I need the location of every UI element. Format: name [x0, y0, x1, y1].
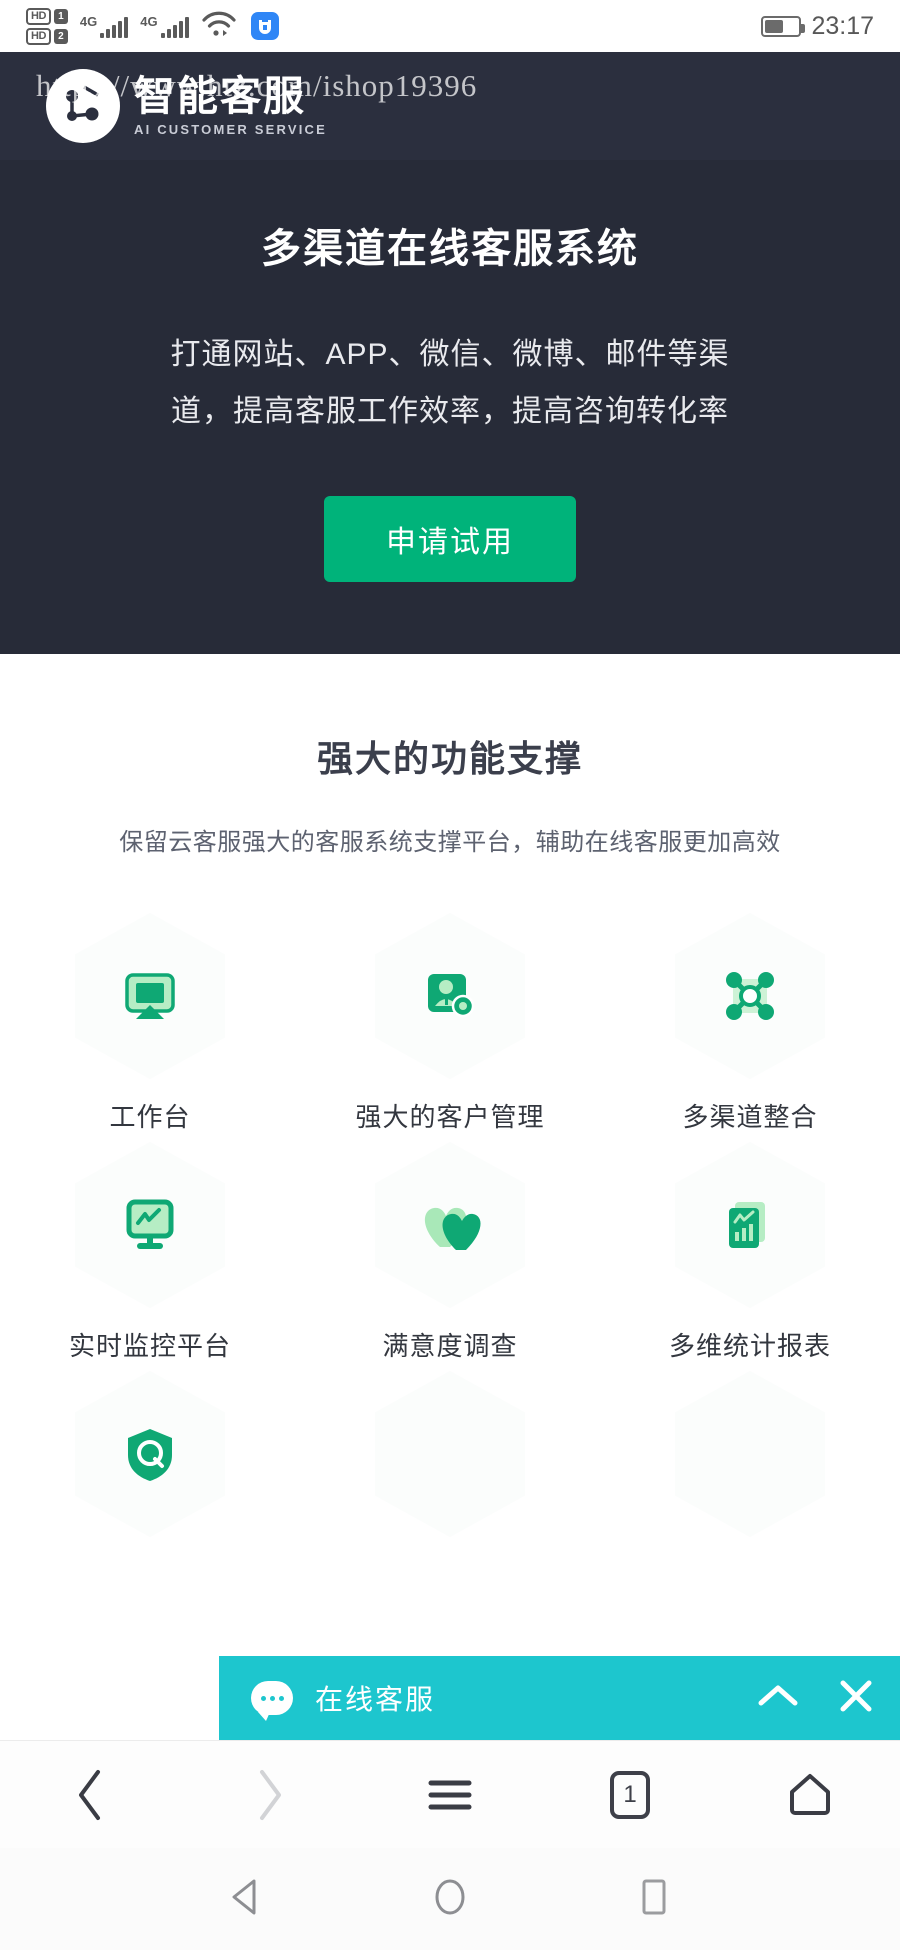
- feature-icon-hex: [375, 913, 525, 1079]
- feature-icon-hex: [75, 1142, 225, 1308]
- feature-item[interactable]: 实时监控平台: [0, 1142, 300, 1363]
- shield-q-icon: [128, 1429, 172, 1481]
- chevron-up-icon[interactable]: [756, 1681, 800, 1716]
- android-navigation-bar: [0, 1848, 900, 1950]
- hd-badge: HD: [26, 27, 51, 45]
- feature-icon-hex: [375, 1142, 525, 1308]
- double-heart-icon: [424, 1207, 481, 1250]
- features-grid: 工作台 强大的客户管理 多渠道整合 实时监控平台 满意度调查 多维统计报表: [0, 913, 900, 1555]
- hero-title: 多渠道在线客服系统: [261, 227, 639, 271]
- features-section: 强大的功能支撑 保留云客服强大的客服系统支撑平台，辅助在线客服更加高效 工作台: [0, 654, 900, 1555]
- apply-trial-button[interactable]: 申请试用: [324, 496, 576, 582]
- wifi-icon: [201, 11, 236, 42]
- dual-sim-indicators: HD 1 HD 2: [26, 7, 68, 45]
- circle-home-icon[interactable]: [428, 1875, 472, 1924]
- status-bar: HD 1 HD 2 4G 4G 23:17: [0, 0, 900, 52]
- home-icon[interactable]: [755, 1755, 865, 1835]
- signal-bars-icon: [160, 16, 189, 38]
- sim1-indicator: HD 1: [26, 7, 68, 25]
- monitor-chart-icon: [126, 1199, 174, 1249]
- feature-label: 工作台: [109, 1102, 191, 1132]
- features-subheading: 保留云客服强大的客服系统支撑平台，辅助在线客服更加高效: [119, 829, 781, 856]
- user-settings-icon: [428, 974, 475, 1018]
- feature-item[interactable]: [300, 1371, 600, 1555]
- feature-item[interactable]: 多渠道整合: [600, 913, 900, 1134]
- signal-strength-sim2: 4G: [140, 14, 189, 38]
- forward-chevron-icon[interactable]: [215, 1755, 325, 1835]
- feature-icon-hex: [75, 913, 225, 1079]
- clock-label: 23:17: [811, 11, 874, 40]
- hero-subtitle-line2: 道，提高客服工作效率，提高咨询转化率: [171, 395, 729, 428]
- brand-logo[interactable]: 智能客服 AI CUSTOMER SERVICE: [46, 69, 327, 143]
- chat-bubble-icon: [251, 1681, 293, 1721]
- tab-count-label: 1: [610, 1770, 650, 1819]
- status-bar-left: HD 1 HD 2 4G 4G: [26, 7, 279, 45]
- chat-widget-actions: [756, 1676, 876, 1721]
- network-type-label: 4G: [140, 14, 158, 29]
- feature-item[interactable]: [600, 1371, 900, 1555]
- feature-label: 多渠道整合: [682, 1102, 818, 1132]
- signal-strength-sim1: 4G: [79, 14, 129, 38]
- network-nodes-icon: [726, 972, 774, 1020]
- security-app-icon: [250, 12, 279, 40]
- online-service-widget[interactable]: 在线客服: [219, 1656, 900, 1740]
- feature-item[interactable]: 多维统计报表: [600, 1142, 900, 1363]
- browser-navigation-bar: 1: [0, 1740, 900, 1848]
- sim-number: 1: [53, 8, 68, 24]
- sim2-indicator: HD 2: [26, 27, 68, 45]
- back-chevron-icon[interactable]: [35, 1755, 145, 1835]
- feature-icon-hex: [675, 1142, 825, 1308]
- hero-section: 多渠道在线客服系统 打通网站、APP、微信、微博、邮件等渠 道，提高客服工作效率…: [0, 160, 900, 654]
- webpage-viewport[interactable]: 智能客服 AI CUSTOMER SERVICE https://www.htz…: [0, 52, 900, 1740]
- tab-count-button[interactable]: 1: [575, 1755, 685, 1835]
- logo-mark-icon: [46, 69, 120, 143]
- feature-label: 满意度调查: [382, 1331, 518, 1361]
- feature-label: 实时监控平台: [68, 1331, 231, 1361]
- brand-name-cn: 智能客服: [134, 72, 306, 119]
- feature-item[interactable]: [0, 1371, 300, 1555]
- network-type-label: 4G: [79, 14, 98, 29]
- site-header: 智能客服 AI CUSTOMER SERVICE https://www.htz…: [0, 52, 900, 160]
- square-recents-icon[interactable]: [632, 1875, 676, 1924]
- triangle-back-icon[interactable]: [224, 1875, 268, 1924]
- brand-name-en: AI CUSTOMER SERVICE: [134, 122, 328, 138]
- hero-subtitle-line1: 打通网站、APP、微信、微博、邮件等渠: [170, 338, 730, 371]
- feature-item[interactable]: 工作台: [0, 913, 300, 1134]
- feature-icon-hex: [75, 1371, 225, 1537]
- feature-item[interactable]: 强大的客户管理: [300, 913, 600, 1134]
- hamburger-menu-icon[interactable]: [395, 1755, 505, 1835]
- feature-label: 多维统计报表: [668, 1331, 831, 1361]
- sim-number: 2: [53, 28, 68, 44]
- close-icon[interactable]: [836, 1676, 876, 1721]
- signal-bars-icon: [100, 16, 129, 38]
- feature-icon-hex: [675, 1371, 825, 1537]
- feature-icon-hex: [375, 1371, 525, 1537]
- online-service-label: 在线客服: [315, 1684, 436, 1715]
- monitor-icon: [125, 973, 175, 1019]
- feature-icon-hex: [675, 913, 825, 1079]
- hd-badge: HD: [26, 7, 51, 25]
- feature-item[interactable]: 满意度调查: [300, 1142, 600, 1363]
- feature-label: 强大的客户管理: [355, 1102, 545, 1132]
- report-chart-icon: [729, 1202, 765, 1248]
- battery-icon: [761, 15, 806, 37]
- status-bar-right: 23:17: [761, 0, 874, 52]
- features-heading: 强大的功能支撑: [316, 738, 583, 779]
